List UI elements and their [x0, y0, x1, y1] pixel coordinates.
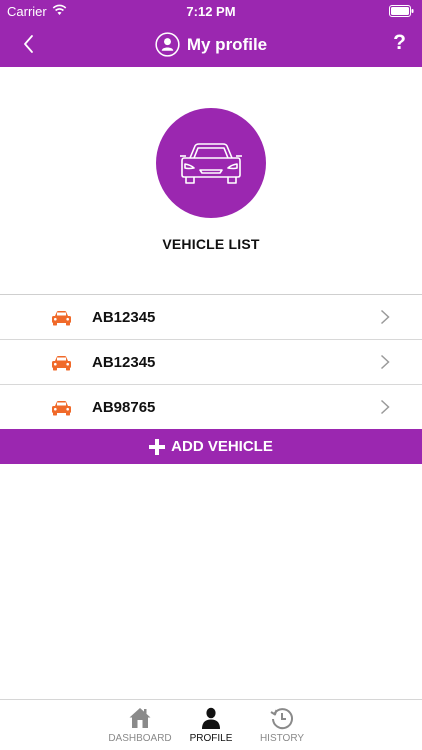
- vehicle-row[interactable]: AB12345: [0, 295, 422, 340]
- tab-bar: DASHBOARD PROFILE HISTORY: [0, 699, 422, 750]
- add-vehicle-label: ADD VEHICLE: [171, 438, 273, 455]
- vehicle-plate: AB98765: [92, 399, 156, 416]
- vehicle-list: AB12345 AB12345 AB98765: [0, 294, 422, 430]
- vehicle-row[interactable]: AB12345: [0, 340, 422, 385]
- tab-label: HISTORY: [259, 733, 305, 744]
- tab-history[interactable]: HISTORY: [247, 706, 317, 744]
- car-icon: [52, 401, 71, 416]
- section-title: VEHICLE LIST: [162, 236, 260, 252]
- clock: 7:12 PM: [186, 4, 236, 19]
- vehicle-plate: AB12345: [92, 354, 156, 371]
- home-icon: [129, 708, 151, 728]
- user-circle-icon: [155, 32, 180, 57]
- car-icon: [52, 356, 71, 371]
- tab-label: PROFILE: [189, 733, 233, 744]
- nav-bar: My profile ?: [0, 22, 422, 67]
- car-icon: [52, 311, 71, 326]
- chevron-right-icon: [380, 309, 390, 325]
- tab-dashboard[interactable]: DASHBOARD: [105, 706, 175, 744]
- nav-title-group: My profile: [0, 32, 422, 57]
- person-icon: [202, 707, 220, 729]
- vehicle-row[interactable]: AB98765: [0, 385, 422, 430]
- plus-icon: [149, 438, 166, 455]
- vehicle-plate: AB12345: [92, 309, 156, 326]
- vehicle-badge: [156, 108, 266, 218]
- tab-label: DASHBOARD: [108, 733, 172, 744]
- battery-icon: [389, 5, 414, 17]
- tab-profile[interactable]: PROFILE: [176, 706, 246, 744]
- car-outline-icon: [180, 143, 242, 184]
- add-vehicle-button[interactable]: ADD VEHICLE: [0, 429, 422, 464]
- help-button[interactable]: ?: [393, 31, 406, 55]
- status-bar: Carrier 7:12 PM: [0, 0, 422, 22]
- page-title: My profile: [186, 34, 268, 54]
- chevron-right-icon: [380, 354, 390, 370]
- history-clock-icon: [270, 708, 293, 730]
- chevron-right-icon: [380, 399, 390, 415]
